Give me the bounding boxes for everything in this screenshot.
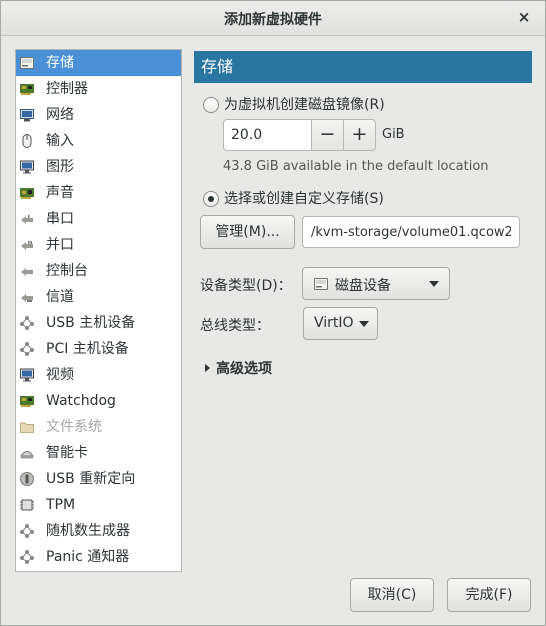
network-card-icon (19, 107, 35, 123)
available-space-text: 43.8 GiB available in the default locati… (223, 159, 489, 174)
manage-button[interactable]: 管理(M)... (200, 215, 295, 249)
parallel-port-icon (19, 237, 35, 253)
sidebar-item-label: Panic 通知器 (46, 549, 130, 565)
sidebar-item[interactable]: 文件系统 (16, 414, 181, 440)
rng-icon (19, 523, 35, 539)
sidebar-item-label: 智能卡 (46, 445, 88, 461)
usb-host-icon (19, 315, 35, 331)
device-type-value: 磁盘设备 (335, 278, 391, 294)
sidebar-item-label: 控制器 (46, 81, 88, 97)
sidebar-item-label: 视频 (46, 367, 74, 383)
channel-port-icon (19, 289, 35, 305)
chevron-down-icon (359, 321, 369, 327)
pci-host-icon (19, 341, 35, 357)
sidebar-item[interactable]: USB 重新定向 (16, 466, 181, 492)
sidebar-item[interactable]: 控制器 (16, 76, 181, 102)
advanced-options-label: 高级选项 (216, 361, 272, 377)
create-disk-radio-row[interactable]: 为虚拟机创建磁盘镜像(R) (203, 94, 385, 116)
sidebar-item-label: 并口 (46, 237, 74, 253)
cancel-button[interactable]: 取消(C) (350, 578, 434, 612)
custom-storage-radio[interactable] (203, 191, 219, 207)
sidebar-item-label: 图形 (46, 159, 74, 175)
sidebar-item[interactable]: 信道 (16, 284, 181, 310)
custom-storage-radio-row[interactable]: 选择或创建自定义存储(S) (203, 188, 384, 210)
sound-card-icon (19, 185, 35, 201)
sidebar-item[interactable]: TPM (16, 492, 181, 518)
device-type-label: 设备类型(D)： (200, 278, 292, 294)
sidebar-item-label: USB 主机设备 (46, 315, 136, 331)
increase-size-button[interactable]: + (343, 119, 376, 151)
create-disk-label: 为虚拟机创建磁盘镜像(R) (224, 97, 385, 113)
sidebar-item-label: TPM (46, 497, 76, 513)
sidebar-item[interactable]: 串口 (16, 206, 181, 232)
bus-type-combo[interactable]: VirtIO (303, 307, 378, 340)
sidebar-item[interactable]: 并口 (16, 232, 181, 258)
disk-icon (19, 55, 35, 71)
size-unit-label: GiB (382, 127, 405, 142)
sidebar-item[interactable]: PCI 主机设备 (16, 336, 181, 362)
advanced-options-expander[interactable]: 高级选项 (205, 358, 272, 378)
storage-path-input[interactable] (302, 216, 520, 248)
sidebar-item-label: 信道 (46, 289, 74, 305)
controller-card-icon (19, 81, 35, 97)
sidebar-item-label: 控制台 (46, 263, 88, 279)
tpm-chip-icon (19, 497, 35, 513)
close-icon[interactable]: × (515, 8, 533, 28)
sidebar-item[interactable]: 图形 (16, 154, 181, 180)
finish-button[interactable]: 完成(F) (447, 578, 531, 612)
sidebar-item-label: USB 重新定向 (46, 471, 136, 487)
sidebar-item[interactable]: 存储 (16, 50, 181, 76)
watchdog-card-icon (19, 393, 35, 409)
sidebar-item-label: PCI 主机设备 (46, 341, 129, 357)
expander-arrow-icon (205, 364, 210, 372)
device-type-combo[interactable]: 磁盘设备 (302, 267, 450, 300)
sidebar-item-label: 随机数生成器 (46, 523, 130, 539)
sidebar-item-label: Watchdog (46, 393, 116, 409)
sidebar-item[interactable]: 智能卡 (16, 440, 181, 466)
decrease-size-button[interactable]: − (311, 119, 344, 151)
console-port-icon (19, 263, 35, 279)
disk-size-input[interactable] (223, 119, 311, 151)
chevron-down-icon (429, 281, 439, 287)
dialog-title: 添加新虚拟硬件 (224, 12, 322, 28)
smartcard-reader-icon (19, 445, 35, 461)
custom-storage-label: 选择或创建自定义存储(S) (224, 191, 384, 207)
sidebar-item[interactable]: 视频 (16, 362, 181, 388)
usb-redirect-icon (19, 471, 35, 487)
sidebar-item[interactable]: Panic 通知器 (16, 544, 181, 570)
sidebar-item-label: 存储 (46, 55, 74, 71)
bus-type-label: 总线类型： (200, 318, 270, 334)
sidebar-item[interactable]: 声音 (16, 180, 181, 206)
create-disk-radio[interactable] (203, 97, 219, 113)
disk-icon (313, 276, 329, 296)
title-bar: 添加新虚拟硬件 × (1, 1, 545, 36)
sidebar-item-label: 声音 (46, 185, 74, 201)
add-hardware-dialog: 添加新虚拟硬件 × 存储控制器网络输入图形声音串口并口控制台信道 USB 主机设备… (0, 0, 546, 626)
sidebar-item-label: 输入 (46, 133, 74, 149)
sidebar-item[interactable]: 控制台 (16, 258, 181, 284)
sidebar-item-label: 串口 (46, 211, 74, 227)
sidebar-item-label: 网络 (46, 107, 74, 123)
serial-port-icon (19, 211, 35, 227)
sidebar-item[interactable]: 随机数生成器 (16, 518, 181, 544)
video-monitor-icon (19, 367, 35, 383)
sidebar-item-label: 文件系统 (46, 419, 102, 435)
section-header: 存储 (194, 51, 532, 83)
monitor-icon (19, 159, 35, 175)
hardware-type-list: 存储控制器网络输入图形声音串口并口控制台信道 USB 主机设备 PCI 主机设备 视频… (15, 49, 182, 572)
folder-icon (19, 419, 35, 435)
sidebar-item[interactable]: 输入 (16, 128, 181, 154)
panic-notifier-icon (19, 549, 35, 565)
mouse-icon (19, 133, 35, 149)
sidebar-item[interactable]: 网络 (16, 102, 181, 128)
sidebar-item[interactable]: USB 主机设备 (16, 310, 181, 336)
sidebar-item[interactable]: Watchdog (16, 388, 181, 414)
bus-type-value: VirtIO (314, 315, 354, 331)
